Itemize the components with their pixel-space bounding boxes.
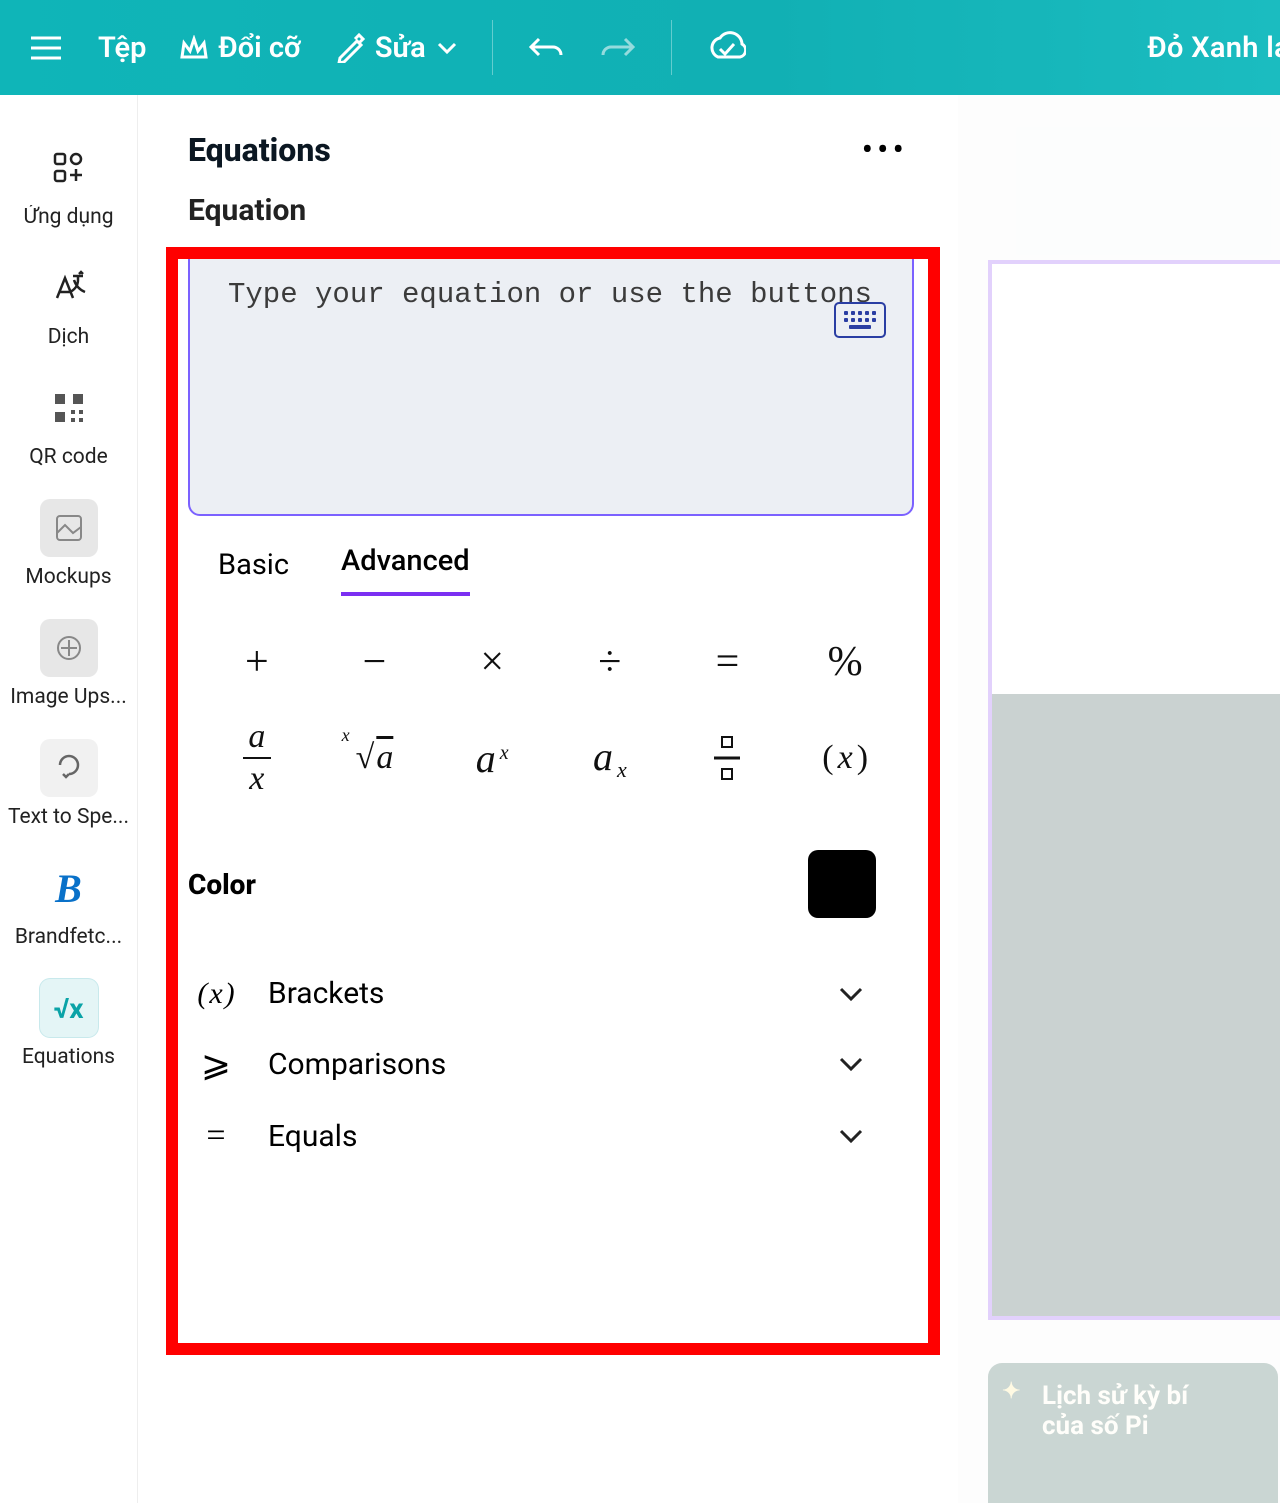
sync-button[interactable] xyxy=(706,0,746,95)
chevron-down-icon xyxy=(838,1056,864,1072)
file-label: Tệp xyxy=(98,31,146,65)
op-parentheses[interactable]: (x) xyxy=(800,722,890,794)
op-equals[interactable]: = xyxy=(683,626,773,698)
op-divide[interactable]: ÷ xyxy=(565,626,655,698)
op-fraction[interactable]: a x xyxy=(212,722,302,794)
rail-equations[interactable]: √x Equations xyxy=(0,979,137,1069)
redo-button[interactable] xyxy=(599,0,637,95)
app-rail: Ứng dụng Dịch QR code Mockups Image Ups.… xyxy=(0,95,138,1503)
color-label: Color xyxy=(188,868,256,901)
group-equals[interactable]: = Equals xyxy=(188,1117,894,1155)
equation-input-container xyxy=(188,248,914,516)
apps-icon xyxy=(40,139,98,197)
op-subscript[interactable]: ax xyxy=(565,722,655,794)
rail-apps[interactable]: Ứng dụng xyxy=(0,139,137,229)
rail-imageupscale[interactable]: Image Ups... xyxy=(0,619,137,709)
tab-advanced[interactable]: Advanced xyxy=(341,544,470,596)
translate-icon xyxy=(40,259,98,317)
comparisons-icon: ⩾ xyxy=(188,1043,244,1085)
undo-button[interactable] xyxy=(527,0,565,95)
divider xyxy=(492,20,493,75)
op-percent[interactable]: % xyxy=(800,626,890,698)
rail-brandfetch[interactable]: B Brandfetc... xyxy=(0,859,137,949)
hamburger-button[interactable] xyxy=(28,0,64,95)
chevron-down-icon xyxy=(838,986,864,1002)
equals-icon: = xyxy=(188,1117,244,1155)
edit-label: Sửa xyxy=(375,31,426,65)
pencil-icon xyxy=(335,33,365,63)
panel-title: Equations xyxy=(188,131,331,169)
top-toolbar: Tệp Đổi cỡ Sửa Đỏ Xanh lá xyxy=(0,0,1280,95)
op-power[interactable]: ax xyxy=(447,722,537,794)
undo-icon xyxy=(527,33,565,63)
rail-translate[interactable]: Dịch xyxy=(0,259,137,349)
canvas-dimmer-overlay xyxy=(958,95,1280,1503)
redo-icon xyxy=(599,33,637,63)
mockups-icon xyxy=(40,499,98,557)
document-name[interactable]: Đỏ Xanh lá xyxy=(1147,31,1280,65)
rail-qrcode[interactable]: QR code xyxy=(0,379,137,469)
color-picker[interactable] xyxy=(808,850,876,918)
divider xyxy=(671,20,672,75)
op-nthroot[interactable]: x √a xyxy=(330,722,420,794)
op-times[interactable]: × xyxy=(447,626,537,698)
keyboard-toggle-button[interactable] xyxy=(834,302,886,338)
op-plus[interactable]: + xyxy=(212,626,302,698)
op-stackfraction[interactable] xyxy=(683,722,773,794)
equation-tabs: Basic Advanced xyxy=(188,516,914,596)
cloud-check-icon xyxy=(706,31,746,65)
resize-label: Đổi cỡ xyxy=(218,31,300,65)
operator-grid: + − × ÷ = % a x x √a ax xyxy=(188,596,914,804)
file-menu[interactable]: Tệp xyxy=(98,0,146,95)
imageupscale-icon xyxy=(40,619,98,677)
qrcode-icon xyxy=(40,379,98,437)
brandfetch-icon: B xyxy=(40,859,98,917)
resize-button[interactable]: Đổi cỡ xyxy=(180,0,300,95)
tab-basic[interactable]: Basic xyxy=(218,548,289,596)
rail-tts[interactable]: Text to Spe... xyxy=(0,739,137,829)
op-minus[interactable]: − xyxy=(330,626,420,698)
equation-input[interactable] xyxy=(228,278,874,486)
chevron-down-icon xyxy=(436,41,458,55)
crown-icon xyxy=(180,35,208,61)
group-brackets[interactable]: (x) Brackets xyxy=(188,976,894,1011)
rail-mockups[interactable]: Mockups xyxy=(0,499,137,589)
equations-icon: √x xyxy=(40,979,98,1037)
canvas-area: ✕ ✦ Lịch sử kỳ bí của số Pi xyxy=(958,95,1280,1503)
equations-panel: Equations ••• Equation Basic Advanced + … xyxy=(138,95,958,1503)
tts-icon xyxy=(40,739,98,797)
group-comparisons[interactable]: ⩾ Comparisons xyxy=(188,1043,894,1085)
edit-menu[interactable]: Sửa xyxy=(335,0,458,95)
brackets-icon: (x) xyxy=(188,977,244,1011)
chevron-down-icon xyxy=(838,1128,864,1144)
panel-subtitle: Equation xyxy=(138,179,958,228)
